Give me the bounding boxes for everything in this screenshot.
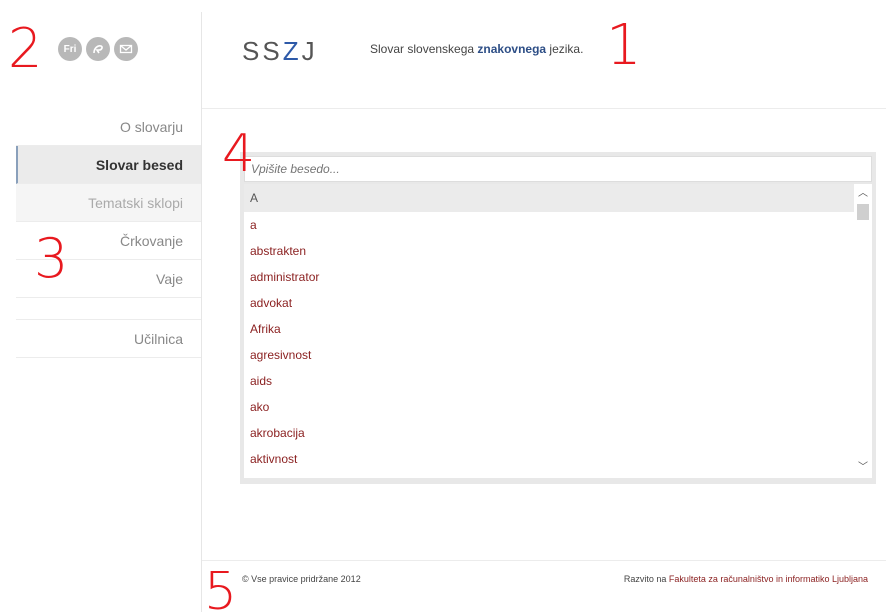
word-item[interactable]: agresivnost	[244, 342, 854, 368]
faculty-link[interactable]: Fakulteta za računalništvo in informatik…	[669, 574, 868, 584]
site-tagline: Slovar slovenskega znakovnega jezika.	[370, 42, 583, 56]
fri-icon[interactable]: Fri	[58, 37, 82, 61]
tagline-pre: Slovar slovenskega	[370, 42, 478, 56]
scroll-up-icon[interactable]: ︿	[854, 186, 872, 202]
tagline-bold: znakovnega	[477, 42, 547, 56]
sidebar-divider	[201, 12, 202, 612]
nav-item-tematski-sklopi[interactable]: Tematski sklopi	[16, 184, 201, 222]
search-input[interactable]	[244, 156, 872, 182]
word-item[interactable]: a	[244, 212, 854, 238]
footer-copyright: © Vse pravice pridržane 2012	[242, 574, 361, 584]
header-divider	[202, 108, 886, 109]
word-item[interactable]: aktivnost	[244, 446, 854, 472]
nav-item-ucilnica[interactable]: Učilnica	[16, 320, 201, 358]
nav-spacer	[16, 298, 201, 320]
letter-header: A	[244, 184, 854, 212]
word-item[interactable]: akrobacija	[244, 420, 854, 446]
tagline-post: jezika.	[546, 42, 584, 56]
scroll-down-icon[interactable]: ﹀	[854, 460, 872, 476]
word-list: A a abstrakten administrator advokat Afr…	[244, 184, 872, 478]
word-item[interactable]: aids	[244, 368, 854, 394]
word-list-content: A a abstrakten administrator advokat Afr…	[244, 184, 854, 472]
logo-text-prefix: SS	[242, 36, 283, 66]
annotation-1: 1	[606, 13, 642, 78]
word-list-scrollbar[interactable]: ︿ ﹀	[854, 184, 872, 478]
footer-developed-by: Razvito na Fakulteta za računalništvo in…	[624, 574, 868, 584]
annotation-5: 5	[204, 562, 238, 612]
logo-text-suffix: J	[301, 36, 318, 66]
dictionary-panel: A a abstrakten administrator advokat Afr…	[240, 152, 876, 484]
word-item[interactable]: ako	[244, 394, 854, 420]
scrollbar-thumb[interactable]	[857, 204, 869, 220]
nav-item-slovar-besed[interactable]: Slovar besed	[16, 146, 201, 184]
logo-text-z: Z	[282, 36, 302, 66]
social-icons: Fri	[58, 37, 138, 61]
word-item[interactable]: administrator	[244, 264, 854, 290]
site-logo[interactable]: SSZJ	[242, 36, 318, 67]
word-item[interactable]: advokat	[244, 290, 854, 316]
developed-pre: Razvito na	[623, 574, 669, 584]
footer-divider	[202, 560, 886, 561]
mail-icon[interactable]	[114, 37, 138, 61]
annotation-3: 3	[34, 227, 69, 290]
annotation-2: 2	[8, 17, 43, 80]
sign-language-icon[interactable]	[86, 37, 110, 61]
annotation-4: 4	[222, 124, 256, 184]
nav-item-o-slovarju[interactable]: O slovarju	[16, 108, 201, 146]
word-item[interactable]: abstrakten	[244, 238, 854, 264]
word-item[interactable]: Afrika	[244, 316, 854, 342]
